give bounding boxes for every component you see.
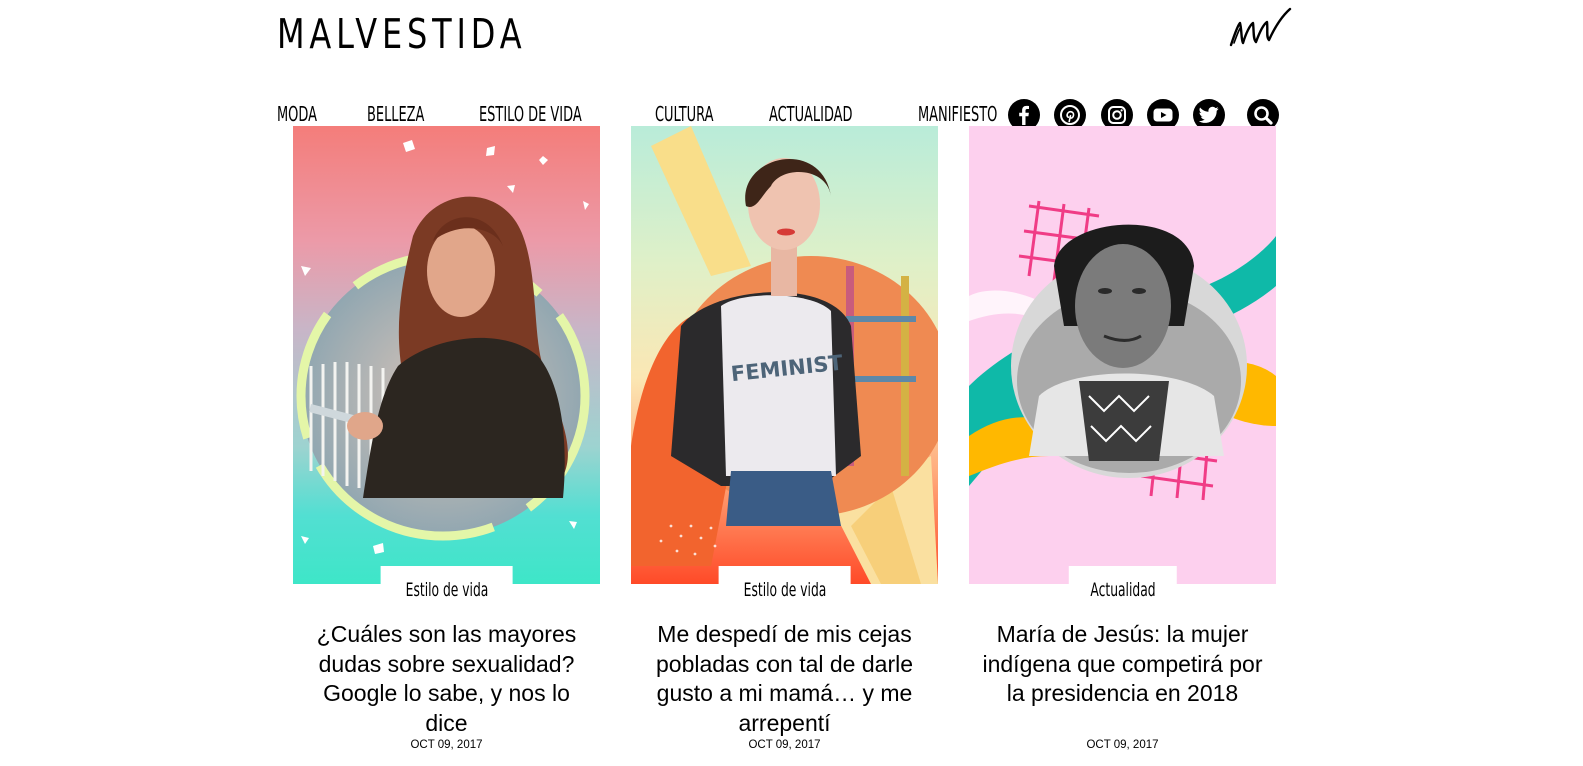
article-image[interactable] — [293, 126, 600, 584]
category-tag[interactable]: Estilo de vida — [380, 566, 513, 606]
article-card[interactable]: FEMINIST Estilo de vida Me despedí de mi… — [631, 126, 938, 766]
category-tag[interactable]: Actualidad — [1068, 566, 1177, 606]
article-date: OCT 09, 2017 — [748, 739, 821, 751]
category-tag[interactable]: Estilo de vida — [718, 566, 851, 606]
article-card[interactable]: Actualidad María de Jesús: la mujer indí… — [969, 126, 1276, 766]
site-header: MALVESTIDA MODA BELLEZA ESTILO DE VIDA C… — [0, 0, 1583, 131]
site-logo[interactable]: MALVESTIDA — [277, 10, 526, 58]
article-image[interactable]: FEMINIST — [631, 126, 938, 584]
article-card[interactable]: Estilo de vida ¿Cuáles son las mayores d… — [293, 126, 600, 766]
article-title[interactable]: María de Jesús: la mujer indígena que co… — [969, 620, 1276, 709]
article-date: OCT 09, 2017 — [410, 739, 483, 751]
article-date: OCT 09, 2017 — [1086, 739, 1159, 751]
mw-monogram-icon[interactable] — [1226, 5, 1294, 49]
article-image[interactable] — [969, 126, 1276, 584]
article-title[interactable]: ¿Cuáles son las mayores dudas sobre sexu… — [293, 620, 600, 738]
article-title[interactable]: Me despedí de mis cejas pobladas con tal… — [631, 620, 938, 738]
